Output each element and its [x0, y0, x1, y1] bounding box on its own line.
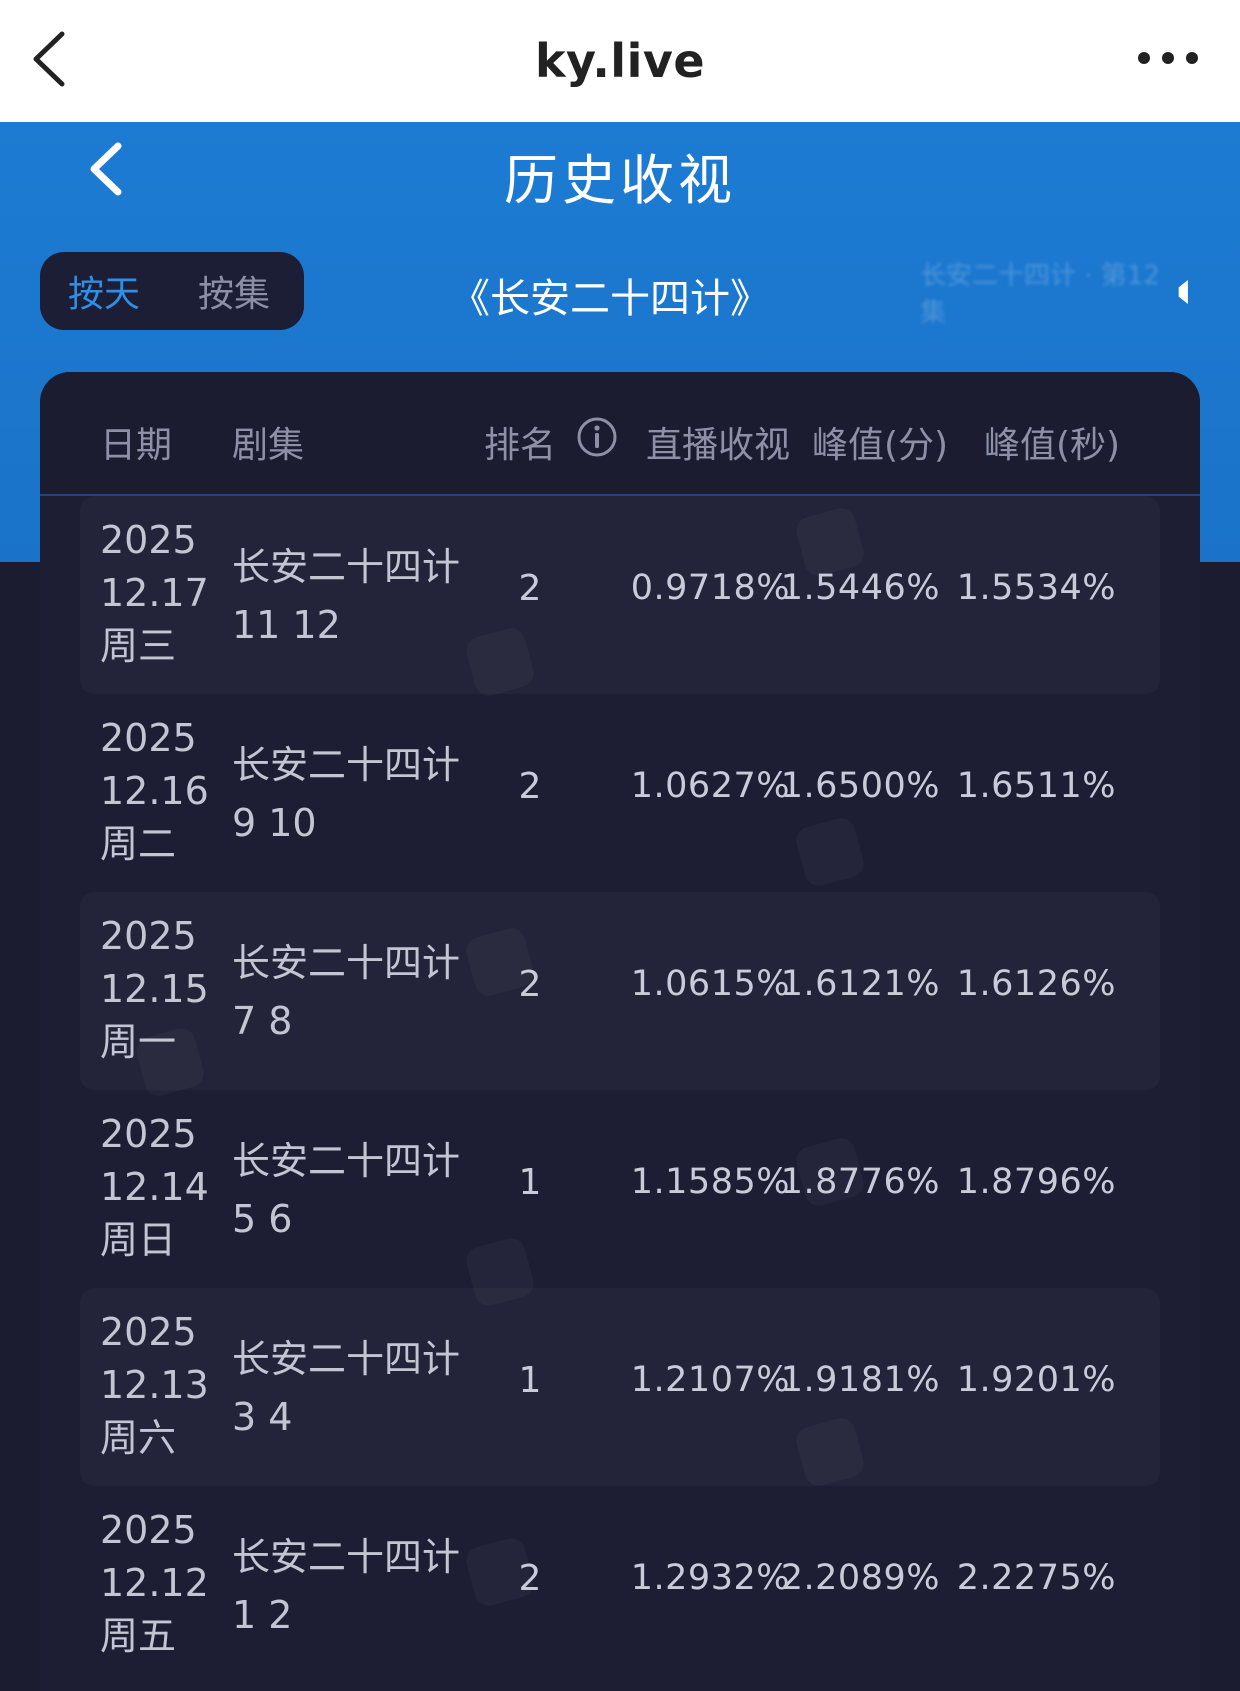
episode-numbers: 7 8	[232, 999, 293, 1043]
table-row[interactable]: 2025 12.17 周三 长安二十四计 11 12 2 0.9718% 1.5…	[40, 496, 1200, 694]
date-year: 2025	[100, 1310, 197, 1354]
page: ky.live 历史收视 按天 按集 《长安二十四计》 长安二十四计 · 第12…	[0, 0, 1240, 1691]
date-day: 12.13	[100, 1363, 209, 1407]
browser-bar: ky.live	[0, 0, 1240, 122]
date-day: 12.17	[100, 571, 209, 615]
view-toggle: 按天 按集	[40, 252, 304, 330]
date-year: 2025	[100, 1112, 197, 1156]
date-cell: 2025 12.12 周五	[100, 1504, 209, 1663]
drama-name: 长安二十四计	[232, 545, 461, 589]
table-row[interactable]: 2025 12.16 周二 长安二十四计 9 10 2 1.0627% 1.65…	[40, 694, 1200, 892]
date-year: 2025	[100, 518, 197, 562]
marquee: 长安二十四计 · 第12集	[920, 261, 1190, 328]
episode-numbers: 3 4	[232, 1395, 293, 1439]
date-cell: 2025 12.14 周日	[100, 1108, 209, 1267]
rank-cell: 2	[518, 568, 542, 609]
date-cell: 2025 12.13 周六	[100, 1306, 209, 1465]
peak-min-cell: 2.2089%	[780, 1558, 940, 1598]
peak-min-cell: 1.5446%	[780, 568, 940, 608]
rank-cell: 1	[518, 1162, 542, 1203]
tab-by-day[interactable]: 按天	[68, 265, 140, 317]
table-row[interactable]: 2025 12.14 周日 长安二十四计 5 6 1 1.1585% 1.877…	[40, 1090, 1200, 1288]
episode-cell: 长安二十四计 9 10	[232, 736, 460, 852]
date-day: 12.14	[100, 1165, 209, 1209]
date-weekday: 周五	[100, 1614, 177, 1658]
peak-min-cell: 1.9181%	[780, 1360, 940, 1400]
episode-numbers: 1 2	[232, 1593, 293, 1637]
peak-sec-cell: 2.2275%	[956, 1558, 1116, 1598]
table-row[interactable]: 2025 12.15 周一 长安二十四计 7 8 2 1.0615% 1.612…	[40, 892, 1200, 1090]
episode-cell: 长安二十四计 7 8	[232, 934, 460, 1050]
episode-cell: 长安二十四计 5 6	[232, 1132, 460, 1248]
browser-title: ky.live	[534, 34, 706, 88]
marquee-text: 长安二十四计 · 第12集	[920, 261, 1160, 328]
table-row[interactable]: 2025 12.12 周五 长安二十四计 1 2 2 1.2932% 2.208…	[40, 1486, 1200, 1684]
drama-name: 长安二十四计	[232, 1535, 461, 1579]
header-rank[interactable]: 排名	[484, 416, 556, 468]
date-day: 12.12	[100, 1561, 209, 1605]
date-day: 12.15	[100, 967, 209, 1011]
episode-numbers: 9 10	[232, 801, 317, 845]
info-icon[interactable]	[576, 416, 618, 458]
peak-sec-cell: 1.5534%	[956, 568, 1116, 608]
header-episode[interactable]: 剧集	[232, 416, 304, 468]
chevron-left-icon[interactable]	[30, 30, 70, 88]
date-cell: 2025 12.16 周二	[100, 712, 209, 871]
date-weekday: 周三	[100, 624, 177, 668]
episode-cell: 长安二十四计 1 2	[232, 1528, 460, 1644]
episode-cell: 长安二十四计 3 4	[232, 1330, 460, 1446]
rank-cell: 1	[518, 1360, 542, 1401]
drama-title: 《长安二十四计》	[450, 276, 770, 322]
peak-min-cell: 1.6500%	[780, 766, 940, 806]
date-year: 2025	[100, 716, 197, 760]
peak-sec-cell: 1.6126%	[956, 964, 1116, 1004]
date-day: 12.16	[100, 769, 209, 813]
ratings-table: 日期 剧集 排名 直播收视 峰值(分) 峰值(秒) 2025 12.17 周三	[40, 372, 1200, 1691]
date-cell: 2025 12.17 周三	[100, 514, 209, 673]
drama-name: 长安二十四计	[232, 1337, 461, 1381]
drama-name: 长安二十四计	[232, 1139, 461, 1183]
drama-name: 长安二十四计	[232, 743, 461, 787]
rank-cell: 2	[518, 766, 542, 807]
date-weekday: 周日	[100, 1218, 177, 1262]
table-header: 日期 剧集 排名 直播收视 峰值(分) 峰值(秒)	[40, 372, 1200, 496]
episode-numbers: 5 6	[232, 1197, 293, 1241]
speaker-icon[interactable]	[1175, 277, 1190, 307]
date-year: 2025	[100, 914, 197, 958]
peak-sec-cell: 1.8796%	[956, 1162, 1116, 1202]
peak-sec-cell: 1.6511%	[956, 766, 1116, 806]
episode-cell: 长安二十四计 11 12	[232, 538, 460, 654]
date-year: 2025	[100, 1508, 197, 1552]
date-weekday: 周六	[100, 1416, 177, 1460]
date-weekday: 周二	[100, 822, 177, 866]
more-horizontal-icon[interactable]	[1136, 48, 1200, 68]
peak-min-cell: 1.6121%	[780, 964, 940, 1004]
peak-sec-cell: 1.9201%	[956, 1360, 1116, 1400]
episode-numbers: 11 12	[232, 603, 341, 647]
header-live-rating[interactable]: 直播收视	[646, 416, 790, 468]
header-peak-sec[interactable]: 峰值(秒)	[984, 416, 1120, 468]
header-peak-min[interactable]: 峰值(分)	[812, 416, 948, 468]
header-date[interactable]: 日期	[100, 416, 172, 468]
table-body: 2025 12.17 周三 长安二十四计 11 12 2 0.9718% 1.5…	[40, 496, 1200, 1684]
page-title: 历史收视	[504, 149, 736, 212]
tab-by-episode[interactable]: 按集	[198, 265, 270, 317]
table-row[interactable]: 2025 12.13 周六 长安二十四计 3 4 1 1.2107% 1.918…	[40, 1288, 1200, 1486]
drama-name: 长安二十四计	[232, 941, 461, 985]
